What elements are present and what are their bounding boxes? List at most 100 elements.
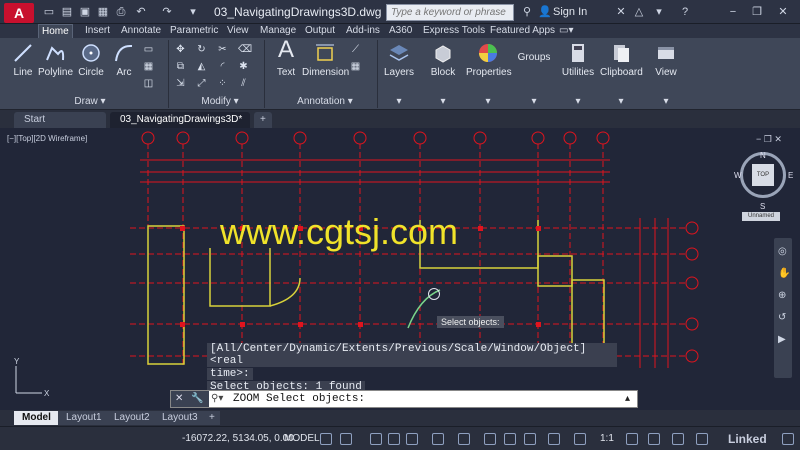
object-snap-icon[interactable] [458, 433, 470, 445]
showmotion-icon[interactable]: ▶ [778, 334, 786, 345]
new-icon[interactable]: ▭ [42, 5, 56, 19]
clipboard-dropdown-icon[interactable]: ▾ [616, 96, 626, 107]
a360-icon[interactable]: △ [632, 5, 646, 19]
stretch-icon[interactable]: ⇲ [175, 78, 186, 89]
multileader-icon[interactable]: ⟋ [350, 44, 361, 55]
units-icon[interactable] [672, 433, 684, 445]
annotation-scale-icon[interactable] [574, 433, 586, 445]
tab-express-tools[interactable]: Express Tools [420, 24, 488, 38]
arc-button[interactable]: Arc [112, 42, 136, 78]
snap-icon[interactable] [340, 433, 352, 445]
customize-icon[interactable]: 🔧 [191, 393, 203, 404]
panel-annotation-label[interactable]: Annotation ▾ [290, 96, 360, 107]
tab-annotate[interactable]: Annotate [118, 24, 164, 38]
groups-dropdown-icon[interactable]: ▾ [529, 96, 539, 107]
circle-button[interactable]: Circle [76, 42, 106, 78]
utilities-button[interactable]: Utilities [560, 42, 596, 78]
table-icon[interactable]: ▦ [350, 61, 361, 72]
new-layout-icon[interactable]: + [204, 411, 220, 425]
viewcube-north[interactable]: N [760, 151, 766, 160]
tab-add-ins[interactable]: Add-ins [343, 24, 383, 38]
viewcube-south[interactable]: S [760, 202, 765, 211]
app-menu-button[interactable]: A [4, 3, 34, 23]
move-icon[interactable]: ✥ [175, 44, 186, 55]
customization-icon[interactable] [782, 433, 794, 445]
viewcube-west[interactable]: W [734, 171, 742, 180]
close-command-icon[interactable]: ✕ [175, 393, 183, 404]
recent-commands-icon[interactable]: ⚲▾ [211, 393, 223, 404]
clipboard-button[interactable]: Clipboard [600, 42, 643, 78]
ucs-dropdown[interactable]: Unnamed [742, 212, 780, 221]
undo-icon[interactable]: ↶ [134, 5, 148, 19]
tab-output[interactable]: Output [302, 24, 338, 38]
block-button[interactable]: Block [426, 42, 460, 78]
fillet-icon[interactable]: ◜ [217, 61, 228, 72]
layers-button[interactable]: Layers [382, 42, 416, 78]
grid-icon[interactable] [320, 433, 332, 445]
close-icon[interactable]: ✕ [776, 5, 790, 19]
object-snap-tracking-icon[interactable] [432, 433, 444, 445]
tab-parametric[interactable]: Parametric [167, 24, 221, 38]
quick-access-dropdown-icon[interactable]: ▾ [186, 5, 200, 19]
viewcube-east[interactable]: E [788, 171, 793, 180]
save-icon[interactable]: ▣ [78, 5, 92, 19]
block-dropdown-icon[interactable]: ▾ [438, 96, 448, 107]
rotate-icon[interactable]: ↻ [196, 44, 207, 55]
redo-icon[interactable]: ↷ [160, 5, 174, 19]
binoculars-icon[interactable]: ⚲ [520, 5, 534, 19]
start-tab[interactable]: Start [14, 112, 106, 128]
drawing-viewport[interactable]: [−][Top][2D Wireframe] − ❐ ✕ Y X www.cgt… [0, 128, 800, 410]
layers-dropdown-icon[interactable]: ▾ [394, 96, 404, 107]
exchange-icon[interactable]: ✕ [614, 5, 628, 19]
help-icon[interactable]: ? [678, 5, 692, 19]
mirror-icon[interactable]: ◭ [196, 61, 207, 72]
annotation-visibility-icon[interactable] [548, 433, 560, 445]
view-button[interactable]: View [652, 42, 680, 78]
properties-button[interactable]: Properties [466, 42, 512, 78]
tab-featured-apps[interactable]: Featured Apps [487, 24, 558, 38]
open-icon[interactable]: ▤ [60, 5, 74, 19]
explode-icon[interactable]: ✱ [238, 61, 249, 72]
save-as-icon[interactable]: ▦ [96, 5, 110, 19]
properties-dropdown-icon[interactable]: ▾ [483, 96, 493, 107]
view-dropdown-icon[interactable]: ▾ [661, 96, 671, 107]
utilities-dropdown-icon[interactable]: ▾ [573, 96, 583, 107]
ribbon-options-icon[interactable]: ▭▾ [556, 24, 576, 38]
array-icon[interactable]: ⁘ [217, 78, 228, 89]
polyline-button[interactable]: Polyline [38, 42, 73, 78]
new-tab-icon[interactable]: + [254, 112, 272, 128]
lineweight-icon[interactable] [484, 433, 496, 445]
pan-icon[interactable]: ✋ [778, 268, 790, 279]
text-button[interactable]: A Text [272, 38, 300, 79]
tab-a360[interactable]: A360 [386, 24, 415, 38]
search-input[interactable] [386, 4, 514, 21]
polar-icon[interactable] [388, 433, 400, 445]
steering-wheel-icon[interactable]: ◎ [778, 246, 787, 257]
orbit-icon[interactable]: ↺ [778, 312, 786, 323]
print-icon[interactable]: ⎙ [114, 5, 128, 19]
tab-home[interactable]: Home [38, 24, 73, 38]
quick-properties-icon[interactable] [696, 433, 708, 445]
minimize-icon[interactable]: − [726, 5, 740, 19]
line-button[interactable]: Line [10, 42, 36, 78]
command-line[interactable]: ✕ 🔧 ⚲▾ ZOOM Select objects: ▴ [170, 390, 638, 408]
command-history-toggle-icon[interactable]: ▴ [625, 393, 630, 404]
maximize-icon[interactable]: ❐ [750, 5, 764, 19]
drawing-tab[interactable]: 03_NavigatingDrawings3D* [110, 112, 250, 128]
dimension-button[interactable]: Dimension [302, 42, 349, 78]
rectangle-icon[interactable]: ▭ [143, 44, 154, 55]
command-input[interactable]: ZOOM Select objects: [233, 393, 365, 405]
offset-icon[interactable]: ⫽ [238, 78, 249, 89]
tab-view[interactable]: View [224, 24, 252, 38]
panel-draw-label[interactable]: Draw ▾ [60, 96, 120, 107]
layout-tab-layout1[interactable]: Layout1 [58, 411, 110, 425]
layout-tab-model[interactable]: Model [14, 411, 59, 425]
groups-button[interactable]: Groups [514, 52, 554, 63]
scale-icon[interactable]: ⤢ [196, 78, 207, 89]
panel-modify-label[interactable]: Modify ▾ [188, 96, 252, 107]
ortho-icon[interactable] [370, 433, 382, 445]
zoom-icon[interactable]: ⊕ [778, 290, 786, 301]
selection-cycling-icon[interactable] [524, 433, 536, 445]
model-space-button[interactable]: MODEL [284, 433, 320, 444]
scale-readout[interactable]: 1:1 [600, 433, 614, 444]
